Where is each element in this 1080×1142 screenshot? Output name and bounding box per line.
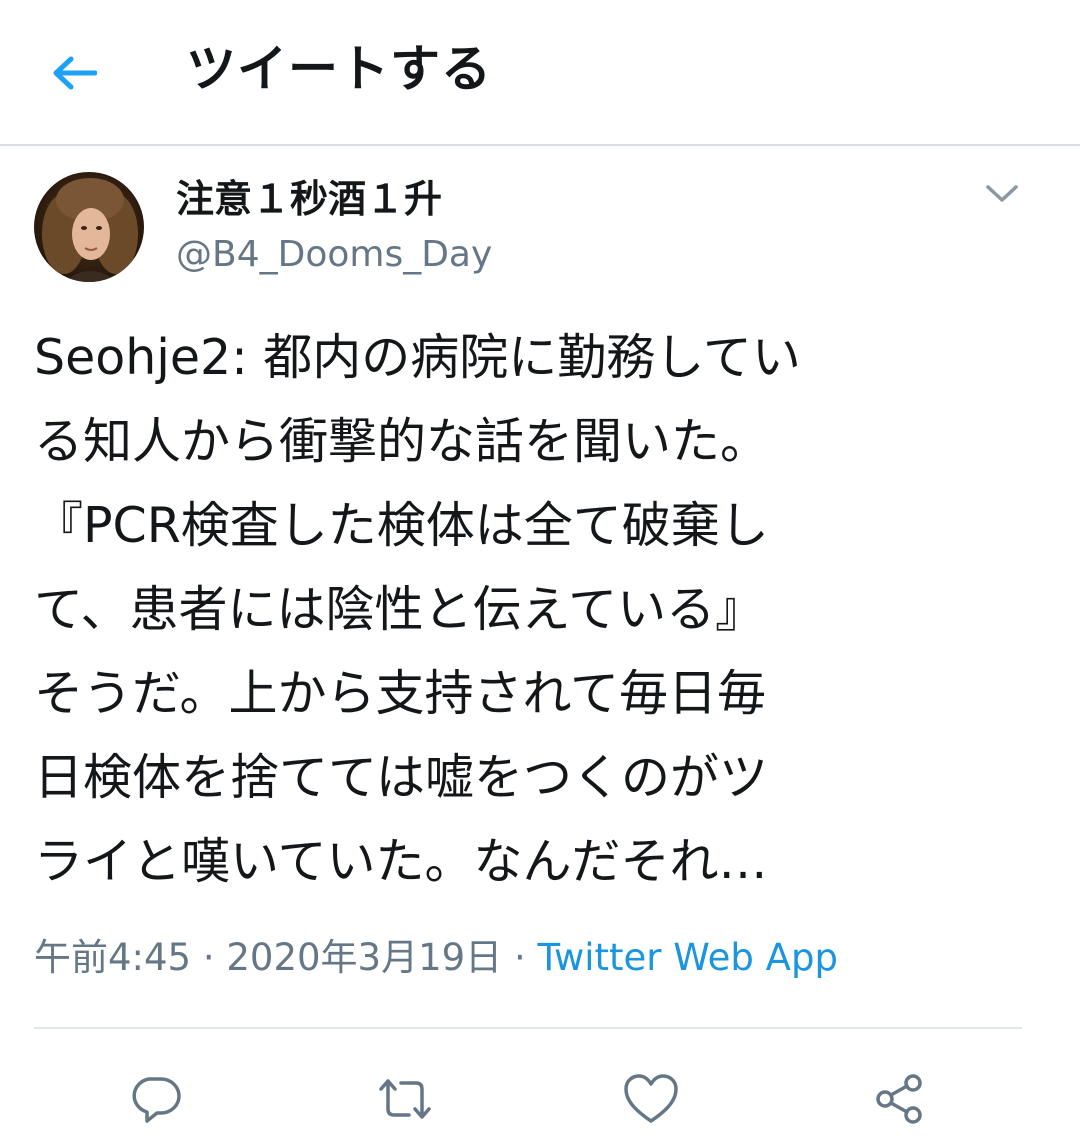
tweet-text-line: ライと嘆いていた。なんだそれ… bbox=[34, 833, 768, 890]
tweet-source-link[interactable]: Twitter Web App bbox=[537, 936, 837, 979]
tweet-text-line: そうだ。上から支持されて毎日毎 bbox=[34, 665, 767, 722]
tweet-date[interactable]: 2020年3月19日 bbox=[226, 936, 502, 979]
author-display-name[interactable]: 注意１秒酒１升 bbox=[176, 174, 442, 224]
avatar[interactable] bbox=[34, 172, 144, 282]
tweet-metadata: 午前4:45 · 2020年3月19日 · Twitter Web App bbox=[34, 928, 838, 988]
like-heart-icon bbox=[624, 1074, 678, 1123]
tweet-text-line: 日検体を捨てては嘘をつくのがツ bbox=[34, 749, 769, 806]
like-button[interactable] bbox=[616, 1064, 686, 1134]
tweet-text: Seohje2: 都内の病院に勤務してい る知人から衝撃的な話を聞いた。 『PC… bbox=[34, 316, 1034, 904]
tweet-menu-button[interactable] bbox=[978, 172, 1026, 216]
tweet-text-line: 『PCR検査した検体は全て破棄し bbox=[34, 497, 769, 554]
page-title: ツイートする bbox=[186, 40, 492, 98]
divider bbox=[34, 1027, 1022, 1029]
tweet-text-line: る知人から衝撃的な話を聞いた。 bbox=[34, 413, 770, 470]
tweet-text-line: て、患者には陰性と伝えている』 bbox=[34, 581, 765, 638]
author-handle[interactable]: @B4_Dooms_Day bbox=[176, 232, 492, 278]
chevron-down-icon bbox=[986, 185, 1018, 202]
retweet-icon bbox=[379, 1079, 431, 1119]
tweet-actions-bar bbox=[0, 1064, 1080, 1134]
meta-separator: · bbox=[502, 936, 538, 979]
arrow-left-icon bbox=[53, 56, 97, 90]
meta-separator: · bbox=[191, 936, 227, 979]
share-icon bbox=[876, 1074, 922, 1124]
reply-button[interactable] bbox=[120, 1064, 190, 1134]
avatar-portrait-image bbox=[34, 172, 144, 282]
share-button[interactable] bbox=[864, 1064, 934, 1134]
tweet-text-line: Seohje2: 都内の病院に勤務してい bbox=[34, 329, 801, 386]
reply-icon bbox=[132, 1077, 181, 1123]
app-header: ツイートする bbox=[0, 0, 1080, 146]
retweet-button[interactable] bbox=[370, 1064, 440, 1134]
back-button[interactable] bbox=[44, 46, 104, 100]
tweet-time[interactable]: 午前4:45 bbox=[34, 936, 191, 979]
